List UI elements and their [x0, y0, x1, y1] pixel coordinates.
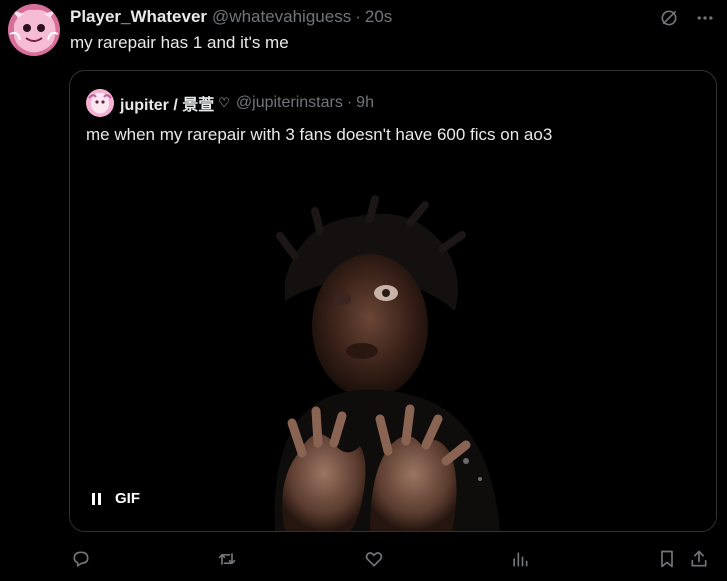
author-display-name[interactable]: Player_Whatever: [70, 7, 207, 27]
quote-tweet[interactable]: jupiter / 景萱 ♡ @jupiterinstars · 9h me w…: [69, 70, 717, 532]
grok-icon[interactable]: [657, 6, 681, 30]
tweet-text: my rarepair has 1 and it's me: [70, 33, 289, 52]
action-bar: [66, 546, 716, 572]
views-icon[interactable]: [507, 546, 533, 572]
retweet-icon[interactable]: [214, 546, 240, 572]
gif-media[interactable]: GIF: [70, 161, 716, 531]
tweet: Player_Whatever @whatevahiguess · 20s my…: [0, 0, 727, 581]
bookmark-icon[interactable]: [654, 546, 680, 572]
quote-author-avatar[interactable]: [86, 89, 114, 117]
quote-author-display-name[interactable]: jupiter / 景萱: [120, 91, 214, 115]
quote-separator-dot: ·: [346, 94, 353, 111]
gif-badge: GIF: [115, 490, 140, 507]
quote-header: jupiter / 景萱 ♡ @jupiterinstars · 9h: [86, 89, 374, 117]
author-handle[interactable]: @whatevahiguess: [212, 7, 351, 27]
quote-text: me when my rarepair with 3 fans doesn't …: [86, 125, 553, 144]
heart-badge-icon: ♡: [218, 95, 230, 110]
top-actions: [657, 6, 717, 30]
reply-icon[interactable]: [68, 546, 94, 572]
separator-dot: ·: [355, 7, 361, 26]
gif-frame-image: [70, 161, 716, 531]
tweet-timestamp[interactable]: 20s: [365, 7, 392, 27]
tweet-header: Player_Whatever @whatevahiguess · 20s: [70, 6, 392, 28]
heart-icon[interactable]: [361, 546, 387, 572]
quote-avatar-icon: [86, 89, 114, 117]
more-icon[interactable]: [693, 6, 717, 30]
share-icon[interactable]: [686, 546, 712, 572]
pause-icon[interactable]: [92, 492, 101, 505]
author-avatar[interactable]: [8, 4, 60, 56]
quote-timestamp[interactable]: 9h: [356, 94, 374, 112]
profile-avatar-icon: [8, 4, 60, 56]
quote-author-handle[interactable]: @jupiterinstars: [236, 94, 343, 112]
gif-controls: GIF: [92, 490, 140, 507]
